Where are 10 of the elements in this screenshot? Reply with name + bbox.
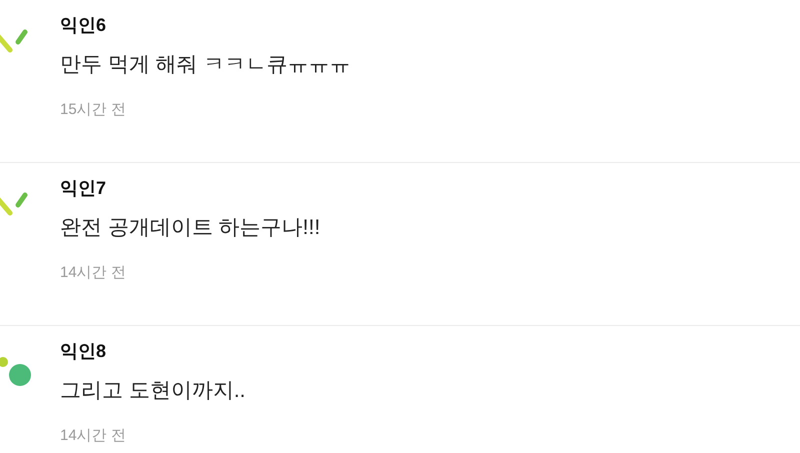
- comment-text: 만두 먹게 해줘 ㅋㅋㄴ큐ㅠㅠㅠ: [60, 52, 351, 78]
- author-name: 익인7: [60, 177, 108, 200]
- comment-time: 15시간 전: [60, 100, 127, 120]
- author-name: 익인6: [60, 14, 108, 37]
- comment-text: 그리고 도현이까지..: [60, 378, 246, 404]
- author-name: 익인8: [60, 340, 108, 363]
- comment-time: 14시간 전: [60, 426, 127, 446]
- comment-text: 완전 공개데이트 하는구나!!!: [60, 215, 320, 241]
- comment-time: 14시간 전: [60, 263, 127, 283]
- avatar-icon: [0, 354, 32, 388]
